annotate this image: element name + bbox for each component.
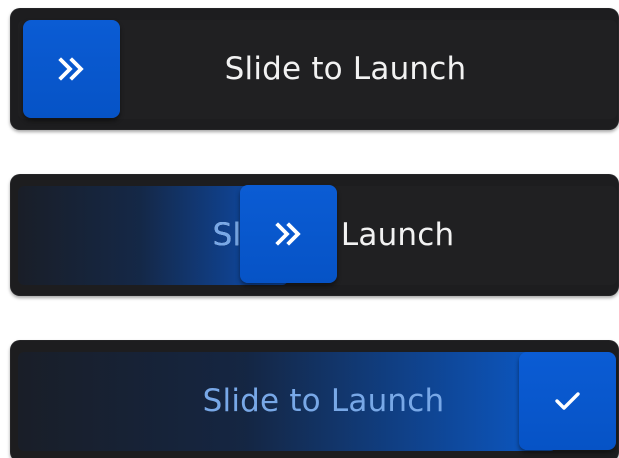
slide-to-launch-idle[interactable]: Slide to Launch [10, 8, 619, 130]
slider-thumb[interactable] [240, 185, 337, 283]
slide-to-launch-complete[interactable]: Slide to Launch [10, 340, 619, 458]
checkmark-icon [553, 389, 583, 413]
double-chevron-right-icon [57, 57, 86, 81]
slider-label-highlight-mask: Slide to Launch [18, 186, 268, 285]
slider-thumb[interactable] [23, 20, 120, 118]
double-chevron-right-icon [274, 222, 303, 246]
slide-to-launch-examples: Slide to Launch Slide to Launch Slide to… [0, 0, 619, 458]
slider-label-highlight: Slide to Launch [18, 186, 268, 285]
slide-to-launch-dragging[interactable]: Slide to Launch Slide to Launch [10, 174, 619, 296]
slider-progress-fill [18, 352, 556, 451]
slider-thumb[interactable] [519, 352, 616, 450]
